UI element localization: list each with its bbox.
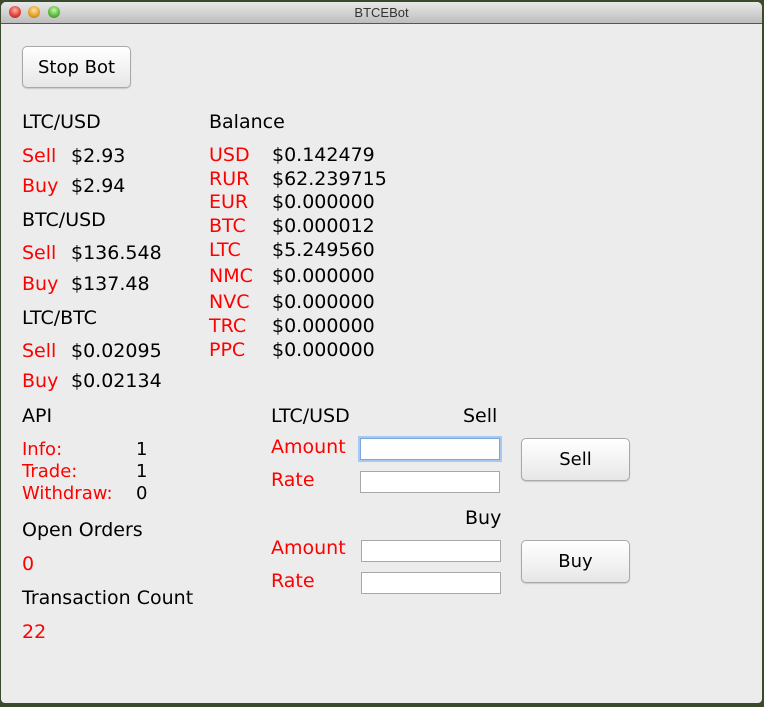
buy-button[interactable]: Buy <box>521 540 630 583</box>
buy-label: Buy <box>22 175 59 197</box>
api-values: 1 1 0 <box>136 439 147 505</box>
balance-ppc: $0.000000 <box>272 339 375 361</box>
buy-price: $137.48 <box>71 273 150 295</box>
buy-price: $0.02134 <box>71 370 162 392</box>
app-window: BTCEBot Stop Bot LTC/USD Sell $2.93 Buy … <box>1 2 762 703</box>
window-title: BTCEBot <box>354 5 409 20</box>
sell-section-title: Sell <box>463 405 498 427</box>
buy-price: $2.94 <box>71 175 126 197</box>
balance-values: $0.142479 $62.239715 $0.000000 $0.000012… <box>272 144 387 362</box>
currency-usd: USD <box>209 144 250 166</box>
currency-ltc: LTC <box>209 239 241 261</box>
buy-amount-input[interactable] <box>361 540 501 562</box>
open-orders-value: 0 <box>22 553 35 575</box>
balance-btc: $0.000012 <box>272 214 375 237</box>
balance-trc: $0.000000 <box>272 315 375 337</box>
balance-title: Balance <box>209 111 285 133</box>
balance-nvc: $0.000000 <box>272 291 375 313</box>
api-info-value: 1 <box>136 439 148 460</box>
currency-nvc: NVC <box>209 291 250 313</box>
currency-trc: TRC <box>209 315 247 337</box>
open-orders-title: Open Orders <box>22 519 143 541</box>
title-bar[interactable]: BTCEBot <box>1 2 762 24</box>
main-panel: Stop Bot LTC/USD Sell $2.93 Buy $2.94 BT… <box>1 24 762 703</box>
sell-price: $136.548 <box>71 242 162 264</box>
buy-rate-label: Rate <box>271 570 315 592</box>
sell-amount-label: Amount <box>271 436 346 458</box>
balance-usd: $0.142479 <box>272 144 375 166</box>
currency-btc: BTC <box>209 214 246 237</box>
balance-eur: $0.000000 <box>272 191 375 213</box>
sell-amount-input[interactable] <box>360 438 500 460</box>
currency-nmc: NMC <box>209 265 253 287</box>
buy-section-title: Buy <box>465 507 502 529</box>
balance-rur: $62.239715 <box>272 167 387 190</box>
sell-label: Sell <box>22 242 57 264</box>
stop-bot-button[interactable]: Stop Bot <box>22 46 131 88</box>
buy-label: Buy <box>22 273 59 295</box>
trade-pair: LTC/USD <box>271 405 350 427</box>
api-trade-value: 1 <box>136 461 148 482</box>
sell-price: $0.02095 <box>71 340 162 362</box>
api-withdraw-value: 0 <box>136 483 148 504</box>
currency-ppc: PPC <box>209 339 246 361</box>
ticker-pair: LTC/BTC <box>22 307 97 329</box>
api-trade-label: Trade: <box>22 461 78 482</box>
sell-label: Sell <box>22 145 57 167</box>
buy-label: Buy <box>22 370 59 392</box>
sell-price: $2.93 <box>71 145 126 167</box>
transaction-count-value: 22 <box>22 621 47 643</box>
currency-eur: EUR <box>209 191 249 213</box>
currency-rur: RUR <box>209 167 250 190</box>
balance-nmc: $0.000000 <box>272 265 375 287</box>
buy-rate-input[interactable] <box>361 572 501 594</box>
api-title: API <box>22 405 53 427</box>
api-info-label: Info: <box>22 439 63 460</box>
ticker-pair: BTC/USD <box>22 209 106 231</box>
api-labels: Info: Trade: Withdraw: <box>22 439 113 505</box>
transaction-count-title: Transaction Count <box>22 587 194 609</box>
api-withdraw-label: Withdraw: <box>22 483 113 504</box>
ticker-pair: LTC/USD <box>22 111 101 133</box>
buy-amount-label: Amount <box>271 537 346 559</box>
balance-ltc: $5.249560 <box>272 239 375 261</box>
sell-rate-input[interactable] <box>360 471 500 493</box>
sell-label: Sell <box>22 340 57 362</box>
sell-rate-label: Rate <box>271 469 315 491</box>
sell-button[interactable]: Sell <box>521 438 630 481</box>
balance-currencies: USD RUR EUR BTC LTC NMC NVC TRC PPC <box>209 144 253 362</box>
